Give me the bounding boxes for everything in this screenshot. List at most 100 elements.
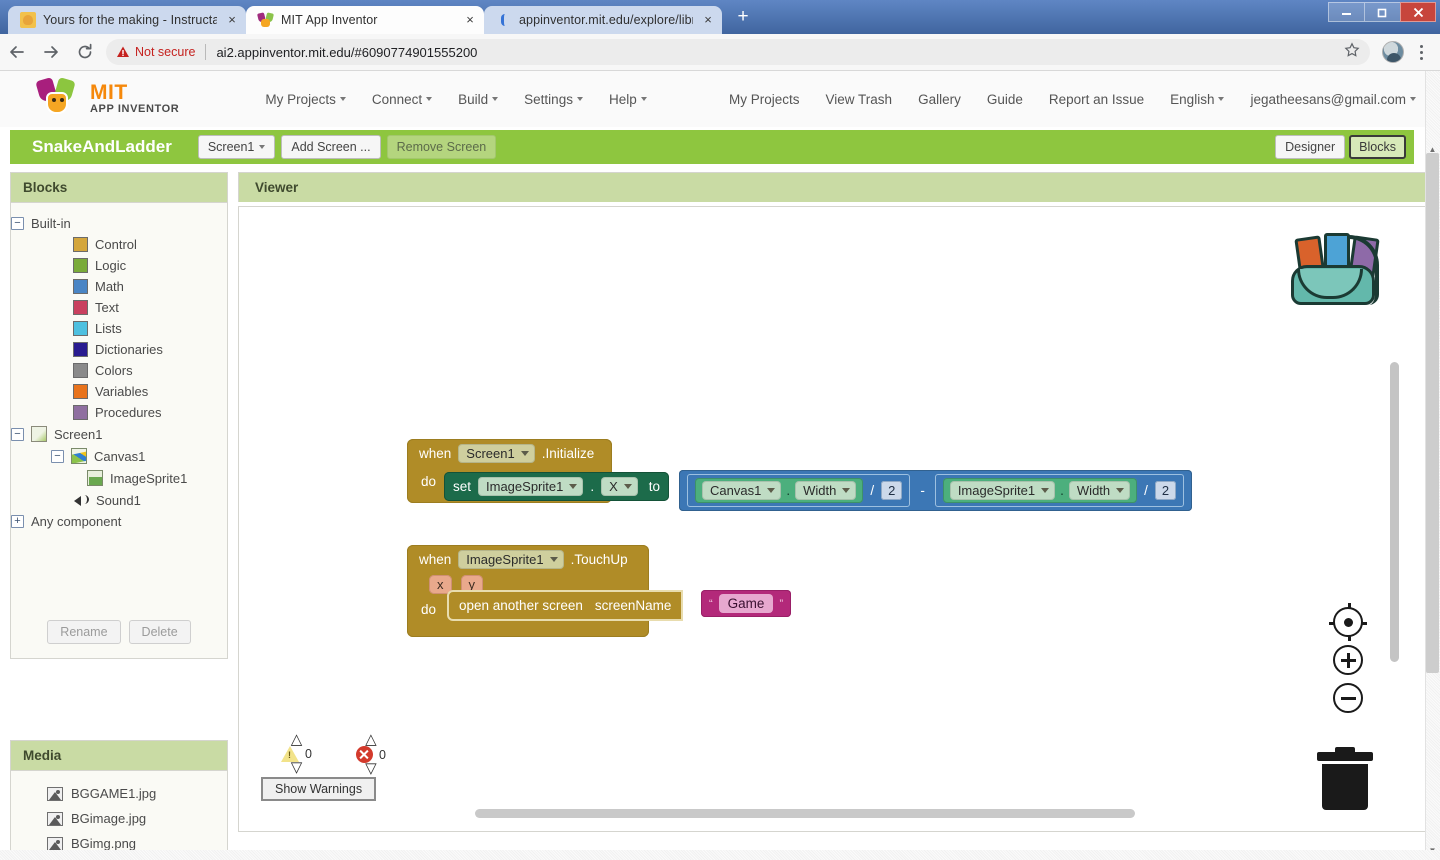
list-item[interactable]: BGimage.jpg [11,806,227,831]
getter-property-dropdown[interactable]: Width [795,481,857,500]
scroll-up-icon[interactable]: △ [291,732,303,747]
project-bar: SnakeAndLadder Screen1 Add Screen ... Re… [10,130,1414,164]
tab-title: Yours for the making - Instructab [43,13,217,27]
menu-build[interactable]: Build [458,92,499,107]
block-subtraction[interactable]: Canvas1 . Width / 2 - ImageSprite1 . Wid… [679,470,1193,511]
sidebar-item-control[interactable]: Control [11,234,227,255]
category-swatch [73,258,88,273]
sidebar-item-canvas1[interactable]: − Canvas1 [11,445,227,467]
sidebar-item-logic[interactable]: Logic [11,255,227,276]
rename-button[interactable]: Rename [47,620,121,644]
sidebar-item-procedures[interactable]: Procedures [11,402,227,423]
add-screen-button[interactable]: Add Screen ... [281,135,381,159]
delete-button[interactable]: Delete [128,620,191,644]
set-property-dropdown[interactable]: X [601,477,638,496]
close-window-icon[interactable] [1400,2,1436,22]
back-icon[interactable] [0,35,34,69]
sidebar-item-dictionaries[interactable]: Dictionaries [11,339,227,360]
workspace-horizontal-scrollbar[interactable] [475,809,1135,818]
getter-imagesprite1-width[interactable]: ImageSprite1 . Width [942,478,1138,503]
remove-screen-button[interactable]: Remove Screen [386,135,497,159]
menu-settings[interactable]: Settings [524,92,583,107]
close-icon[interactable]: × [462,12,478,28]
sidebar-item-variables[interactable]: Variables [11,381,227,402]
scroll-down-icon[interactable]: ▽ [291,760,303,775]
sidebar-item-lists[interactable]: Lists [11,318,227,339]
text-value[interactable]: Game [718,594,774,613]
tree-label: Colors [95,363,133,378]
blocks-workspace[interactable]: when Screen1 .Initialize do set ImageSpr… [238,206,1430,832]
trash-icon[interactable] [1317,747,1373,810]
right-division-group: ImageSprite1 . Width / 2 [934,474,1185,507]
show-warnings-button[interactable]: Show Warnings [261,777,377,801]
number-block[interactable]: 2 [1154,481,1177,500]
scrollbar-thumb[interactable] [1426,153,1439,673]
sidebar-item-imagesprite1[interactable]: ImageSprite1 [11,467,227,489]
set-component-dropdown[interactable]: ImageSprite1 [478,477,584,496]
scroll-up-icon[interactable]: △ [365,732,377,747]
menu-connect[interactable]: Connect [372,92,433,107]
forward-icon[interactable] [34,35,68,69]
restore-icon[interactable] [1364,2,1400,22]
component-dropdown[interactable]: ImageSprite1 [458,550,564,569]
menu-my-projects[interactable]: My Projects [265,92,346,107]
avatar[interactable] [1382,41,1404,63]
tab-blocks[interactable]: Blocks [1349,135,1406,159]
reload-icon[interactable] [68,35,102,69]
sidebar-item-any-component[interactable]: + Any component [11,511,227,532]
app-header: MIT APP INVENTOR My Projects Connect Bui… [0,71,1440,127]
backpack-icon[interactable] [1289,229,1385,307]
image-file-icon [47,836,63,851]
browser-menu-icon[interactable] [1410,39,1432,65]
page-vertical-scrollbar[interactable]: ▲ ▼ [1425,71,1440,860]
number-block[interactable]: 2 [881,481,903,500]
bookmark-star-icon[interactable] [1344,41,1360,63]
block-text-game[interactable]: “ Game ” [701,590,792,617]
list-item[interactable]: BGGAME1.jpg [11,781,227,806]
user-email-menu[interactable]: jegatheesans@gmail.com [1250,92,1416,107]
tab-designer[interactable]: Designer [1275,135,1346,159]
getter-canvas1-width[interactable]: Canvas1 . Width [695,478,864,503]
getter-component-dropdown[interactable]: Canvas1 [702,481,782,500]
link-view-trash[interactable]: View Trash [826,92,893,107]
sidebar-item-sound1[interactable]: Sound1 [11,489,227,511]
menu-help[interactable]: Help [609,92,647,107]
media-panel-title: Media [10,740,228,770]
component-dropdown[interactable]: Screen1 [458,444,535,463]
sidebar-item-text[interactable]: Text [11,297,227,318]
warnings-indicator: △ 0 ▽ △ 0 ▽ [261,732,386,801]
screen-selector-label: Screen1 [207,140,255,154]
scroll-down-icon[interactable]: ▽ [365,761,377,776]
tree-node-builtin[interactable]: − Built-in [11,213,227,234]
sidebar-item-colors[interactable]: Colors [11,360,227,381]
link-report-an-issue[interactable]: Report an Issue [1049,92,1144,107]
sidebar-item-screen1[interactable]: − Screen1 [11,423,227,445]
link-guide[interactable]: Guide [987,92,1023,107]
collapse-icon[interactable]: − [11,427,24,441]
address-bar[interactable]: Not secure ai2.appinventor.mit.edu/#6090… [106,39,1370,65]
center-target-icon[interactable] [1329,603,1367,641]
browser-tab-2[interactable]: appinventor.mit.edu/explore/libr × [484,6,722,34]
workspace-vertical-scrollbar[interactable] [1390,362,1399,662]
getter-component-dropdown[interactable]: ImageSprite1 [949,481,1056,500]
block-open-another-screen[interactable]: open another screen screenName [447,590,684,621]
getter-property-dropdown[interactable]: Width [1068,481,1131,500]
browser-tab-1[interactable]: MIT App Inventor × [246,6,484,34]
screen-selector[interactable]: Screen1 [197,135,276,159]
close-icon[interactable]: × [700,12,716,28]
block-set-imagesprite-x[interactable]: set ImageSprite1 . X to [444,472,670,501]
sidebar-item-math[interactable]: Math [11,276,227,297]
new-tab-button[interactable]: + [730,6,756,30]
zoom-in-icon[interactable] [1333,645,1363,675]
collapse-icon[interactable]: − [11,217,24,230]
collapse-icon[interactable]: − [51,449,64,463]
browser-tab-0[interactable]: Yours for the making - Instructab × [8,6,246,34]
link-gallery[interactable]: Gallery [918,92,961,107]
zoom-out-icon[interactable] [1333,683,1363,713]
expand-icon[interactable]: + [11,515,24,528]
language-selector[interactable]: English [1170,92,1225,107]
link-my-projects[interactable]: My Projects [729,92,800,107]
minimize-icon[interactable] [1328,2,1364,22]
close-icon[interactable]: × [224,12,240,28]
page-horizontal-scrollbar[interactable] [0,850,1440,860]
